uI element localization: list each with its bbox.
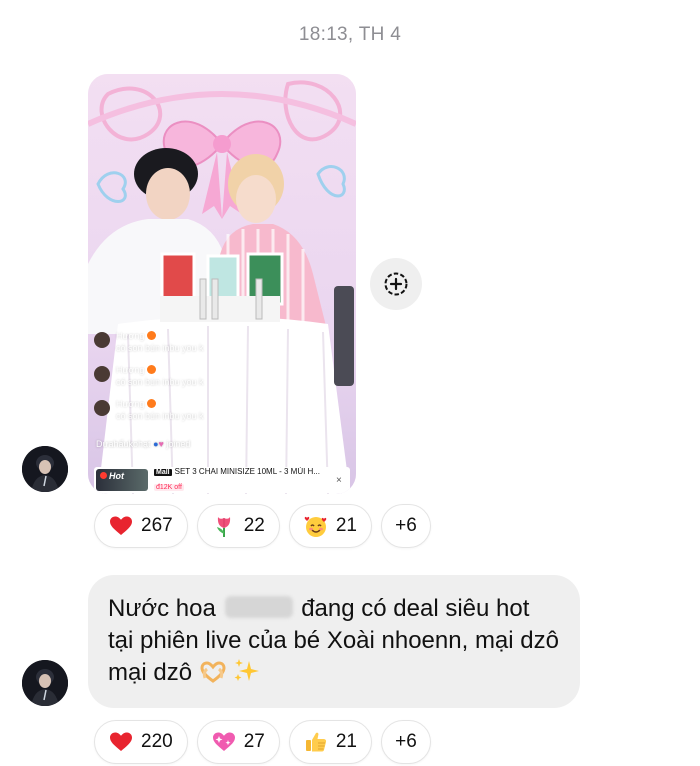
more-reactions-button[interactable]: +6: [380, 504, 431, 548]
fire-icon: [100, 472, 107, 479]
mall-tag: Mall: [154, 468, 172, 476]
sender-avatar[interactable]: [22, 660, 68, 706]
commenter-avatar: [94, 332, 110, 348]
message-bubble[interactable]: Nước hoa đang có deal siêu hot tại phiên…: [88, 575, 580, 708]
reaction-chip-thumbs-up[interactable]: 21: [288, 720, 372, 764]
comment-text: có son bún inbu you k: [116, 377, 204, 387]
share-button[interactable]: [370, 258, 422, 310]
shared-live-reel[interactable]: Hương có son bún inbu you k Hương có son b…: [88, 74, 356, 494]
avatar-image: [22, 446, 68, 492]
reaction-count: 220: [141, 731, 173, 752]
commenter-avatar: [94, 366, 110, 382]
reaction-chip-sparkling-heart[interactable]: 27: [196, 720, 280, 764]
joined-label: joined: [166, 439, 191, 449]
joined-notice: Dưahấukohạt ●♥ joined: [96, 439, 190, 449]
tulip-icon: [216, 517, 230, 537]
product-title: SET 3 CHAI MINISIZE 10ML - 3 MÙI H...: [174, 466, 320, 476]
thumbs-up-icon: [305, 732, 326, 752]
hot-label: Hot: [109, 471, 124, 481]
reaction-count: 21: [335, 731, 357, 752]
message-reactions: 220 27 21 +6: [94, 720, 431, 764]
sender-avatar[interactable]: [22, 446, 68, 492]
message-text-part1: Nước hoa: [108, 595, 216, 622]
joined-user: Dưahấukohạt: [96, 439, 151, 449]
comment-text: có son bún inbu you k: [116, 343, 204, 353]
live-comment: Hương có son bún inbu you k: [94, 364, 294, 388]
comment-user: Hương: [116, 399, 145, 409]
hot-badge: Hot: [96, 469, 148, 491]
smiling-face-with-hearts-icon: [304, 516, 327, 537]
reaction-count: 27: [243, 731, 265, 752]
message-timestamp: 18:13, TH 4: [298, 24, 402, 45]
more-reactions-button[interactable]: +6: [380, 720, 431, 764]
heart-icon: [110, 516, 132, 535]
heart-icon: ♥: [158, 439, 164, 449]
angry-emoji-icon: [147, 331, 157, 340]
live-comment: Hương có son bún inbu you k: [94, 398, 294, 422]
sparkling-heart-icon: [212, 732, 235, 751]
live-comments: Hương có son bún inbu you k Hương có son b…: [94, 330, 294, 432]
heart-hands-icon: [200, 661, 226, 683]
heart-icon: [110, 732, 132, 751]
reaction-chip-smiling-hearts[interactable]: 21: [288, 504, 372, 548]
message-reactions: 267 22 21 +6: [94, 504, 431, 548]
angry-emoji-icon: [147, 399, 157, 408]
close-icon[interactable]: ×: [336, 475, 342, 486]
reaction-count: 21: [335, 515, 357, 536]
avatar-image: [22, 660, 68, 706]
angry-emoji-icon: [147, 365, 157, 374]
redacted-text: [224, 596, 293, 618]
commenter-avatar: [94, 400, 110, 416]
live-comment: Hương có son bún inbu you k: [94, 330, 294, 354]
reaction-count: 22: [243, 515, 265, 536]
reaction-chip-heart[interactable]: 220: [94, 720, 188, 764]
reaction-chip-heart[interactable]: 267: [94, 504, 188, 548]
product-banner[interactable]: Hot Mall SET 3 CHAI MINISIZE 10ML - 3 MÙI…: [94, 467, 350, 493]
reaction-count: 267: [141, 515, 173, 536]
comment-text: có son bún inbu you k: [116, 411, 204, 421]
reaction-chip-tulip[interactable]: 22: [196, 504, 280, 548]
product-discount: đ12K off: [154, 483, 184, 491]
sparkles-icon: [234, 659, 260, 681]
share-icon: [384, 272, 408, 296]
comment-user: Hương: [116, 331, 145, 341]
comment-user: Hương: [116, 365, 145, 375]
